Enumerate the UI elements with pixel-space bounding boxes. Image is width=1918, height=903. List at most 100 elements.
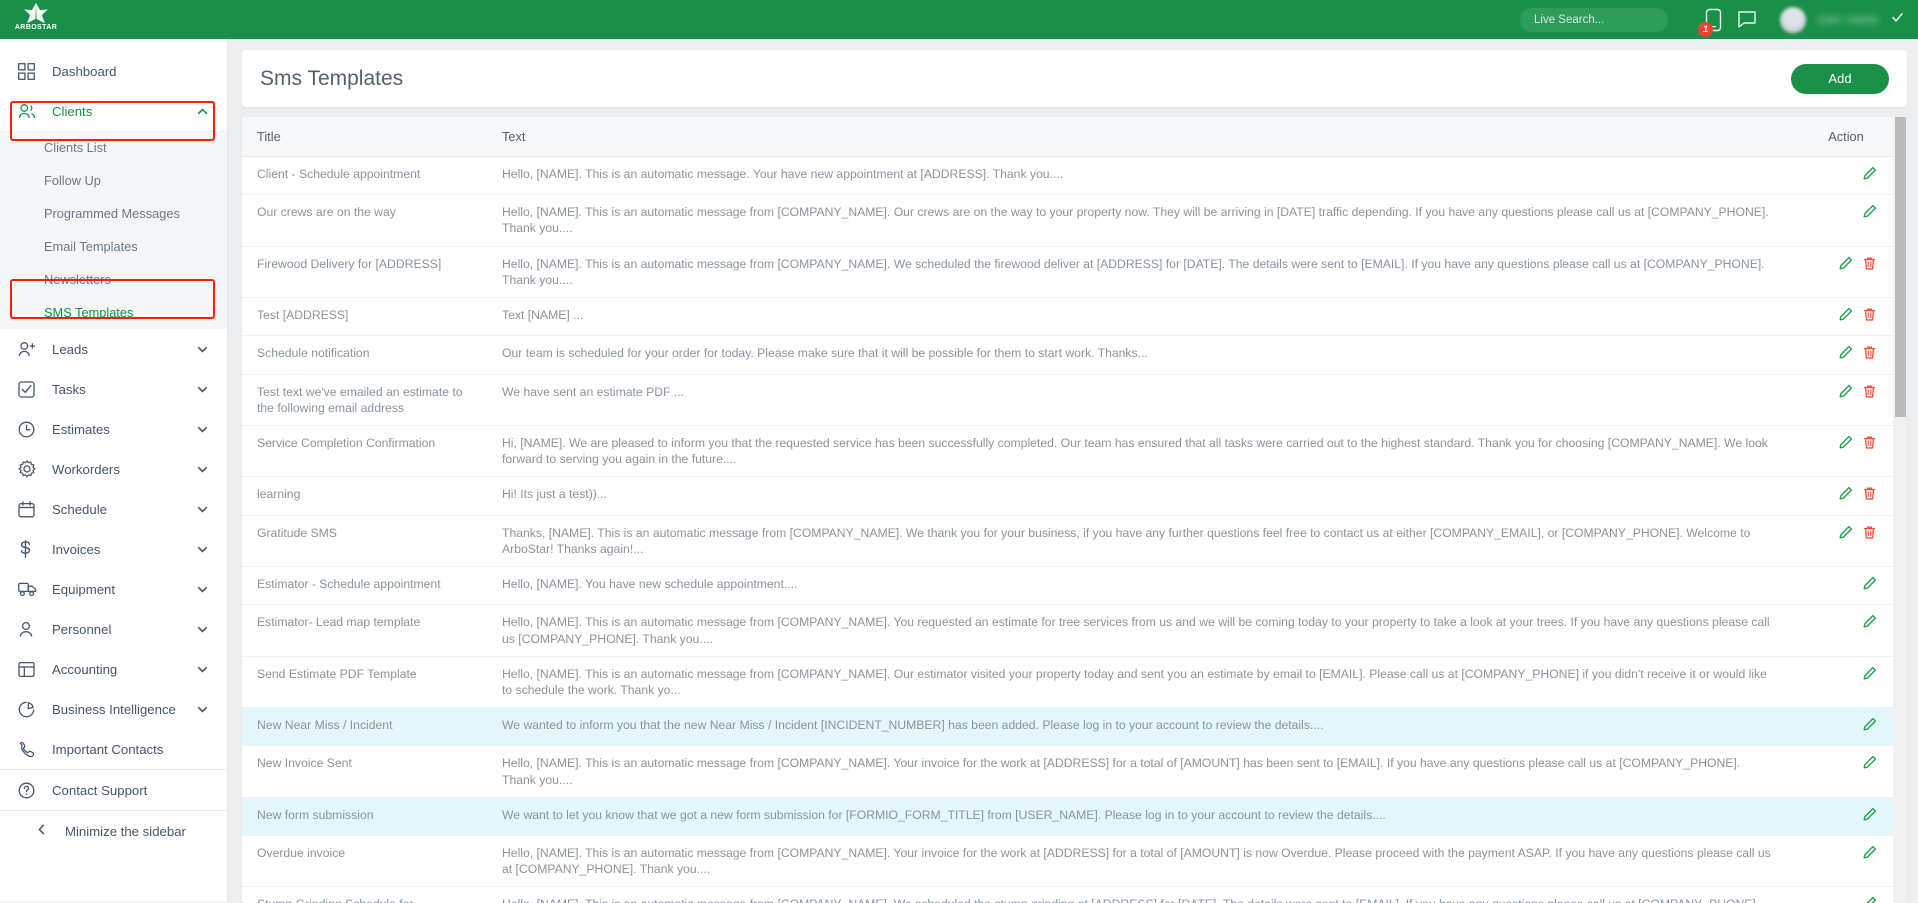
table-row[interactable]: Send Estimate PDF TemplateHello, [NAME].… — [242, 656, 1907, 707]
table-icon — [18, 661, 42, 678]
sidebar-subitem-sms-templates[interactable]: SMS Templates — [0, 296, 227, 329]
cell-action — [1797, 836, 1907, 887]
table-scrollbar-thumb[interactable] — [1895, 117, 1906, 417]
chevron-down-icon — [196, 343, 209, 356]
edit-icon[interactable] — [1862, 204, 1877, 219]
table-body: Client - Schedule appointmentHello, [NAM… — [242, 157, 1907, 903]
row-actions — [1862, 755, 1877, 770]
sidebar-item-tasks[interactable]: Tasks — [0, 369, 227, 409]
sidebar-subitem-programmed-messages[interactable]: Programmed Messages — [0, 197, 227, 230]
edit-icon[interactable] — [1838, 307, 1853, 322]
sidebar-item-label: Schedule — [52, 502, 107, 517]
chat-button[interactable] — [1730, 0, 1764, 39]
add-button[interactable]: Add — [1791, 64, 1889, 94]
table-row[interactable]: Firewood Delivery for [ADDRESS]Hello, [N… — [242, 246, 1907, 297]
edit-icon[interactable] — [1838, 486, 1853, 501]
cell-title: Send Estimate PDF Template — [242, 656, 494, 707]
table-row[interactable]: New form submissionWe want to let you kn… — [242, 797, 1907, 835]
table-row[interactable]: Service Completion ConfirmationHi, [NAME… — [242, 425, 1907, 476]
edit-icon[interactable] — [1862, 807, 1877, 822]
sidebar-item-personnel[interactable]: Personnel — [0, 609, 227, 649]
edit-icon[interactable] — [1838, 435, 1853, 450]
chevron-down-icon — [196, 503, 209, 516]
sms-templates-table-card: Title Text Action Client - Schedule appo… — [242, 117, 1907, 903]
sidebar-item-invoices[interactable]: Invoices — [0, 529, 227, 569]
sidebar-item-label: Business Intelligence — [52, 702, 176, 717]
edit-icon[interactable] — [1862, 166, 1877, 181]
sidebar-item-accounting[interactable]: Accounting — [0, 649, 227, 689]
dollar-icon — [18, 540, 42, 558]
sidebar-subitem-newsletters[interactable]: Newsletters — [0, 263, 227, 296]
edit-icon[interactable] — [1838, 525, 1853, 540]
edit-icon[interactable] — [1838, 345, 1853, 360]
table-row[interactable]: New Near Miss / IncidentWe wanted to inf… — [242, 708, 1907, 746]
row-actions — [1862, 204, 1877, 219]
row-actions — [1862, 807, 1877, 822]
sidebar-item-equipment[interactable]: Equipment — [0, 569, 227, 609]
cell-title: Our crews are on the way — [242, 195, 494, 246]
user-menu[interactable]: user name — [1780, 7, 1904, 33]
edit-icon[interactable] — [1862, 755, 1877, 770]
table-row[interactable]: Schedule notificationOur team is schedul… — [242, 336, 1907, 374]
table-row[interactable]: Overdue invoiceHello, [NAME]. This is an… — [242, 836, 1907, 887]
live-search-input[interactable] — [1520, 8, 1668, 32]
edit-icon[interactable] — [1862, 717, 1877, 732]
edit-icon[interactable] — [1862, 666, 1877, 681]
chat-bubble-icon — [1737, 10, 1757, 29]
table-row[interactable]: Estimator- Lead map templateHello, [NAME… — [242, 605, 1907, 656]
cell-title: New Invoice Sent — [242, 746, 494, 797]
sidebar-subitem-email-templates[interactable]: Email Templates — [0, 230, 227, 263]
cell-text: Hi, [NAME]. We are pleased to inform you… — [494, 425, 1797, 476]
sidebar-item-clients[interactable]: Clients — [0, 91, 227, 131]
sidebar-item-contact-support[interactable]: Contact Support — [0, 770, 227, 810]
sidebar-subitem-clients-list[interactable]: Clients List — [0, 131, 227, 164]
row-actions — [1862, 845, 1877, 860]
table-row[interactable]: Our crews are on the wayHello, [NAME]. T… — [242, 195, 1907, 246]
sidebar-item-important-contacts[interactable]: Important Contacts — [0, 729, 227, 769]
table-row[interactable]: Gratitude SMSThanks, [NAME]. This is an … — [242, 515, 1907, 566]
delete-icon[interactable] — [1862, 435, 1877, 450]
clock-icon — [18, 421, 42, 438]
table-row[interactable]: Client - Schedule appointmentHello, [NAM… — [242, 157, 1907, 195]
table-row[interactable]: New Invoice SentHello, [NAME]. This is a… — [242, 746, 1907, 797]
edit-icon[interactable] — [1862, 614, 1877, 629]
table-row[interactable]: Stump Grinding Schedule for [ADDRESS]Hel… — [242, 887, 1907, 903]
cell-text: Hello, [NAME]. This is an automatic mess… — [494, 157, 1797, 195]
edit-icon[interactable] — [1862, 896, 1877, 903]
sidebar-item-schedule[interactable]: Schedule — [0, 489, 227, 529]
row-actions — [1862, 166, 1877, 181]
delete-icon[interactable] — [1862, 256, 1877, 271]
table-scrollbar[interactable] — [1893, 117, 1907, 903]
edit-icon[interactable] — [1862, 845, 1877, 860]
table-row[interactable]: learningHi! Its just a test))... — [242, 477, 1907, 515]
mobile-app-button[interactable]: 1 — [1696, 0, 1730, 39]
delete-icon[interactable] — [1862, 307, 1877, 322]
cell-title: Gratitude SMS — [242, 515, 494, 566]
edit-icon[interactable] — [1838, 256, 1853, 271]
delete-icon[interactable] — [1862, 384, 1877, 399]
minimize-sidebar-button[interactable]: Minimize the sidebar — [0, 811, 227, 851]
table-row[interactable]: Test text we've emailed an estimate to t… — [242, 374, 1907, 425]
sidebar-subitem-label: Follow Up — [44, 173, 101, 188]
sidebar-item-business-intelligence[interactable]: Business Intelligence — [0, 689, 227, 729]
table-row[interactable]: Estimator - Schedule appointmentHello, [… — [242, 567, 1907, 605]
sidebar-item-leads[interactable]: Leads — [0, 329, 227, 369]
sidebar-item-estimates[interactable]: Estimates — [0, 409, 227, 449]
row-actions — [1838, 345, 1877, 360]
delete-icon[interactable] — [1862, 486, 1877, 501]
cell-action — [1797, 708, 1907, 746]
edit-icon[interactable] — [1838, 384, 1853, 399]
delete-icon[interactable] — [1862, 345, 1877, 360]
table-row[interactable]: Test [ADDRESS]Text [NAME] ... — [242, 298, 1907, 336]
cell-title: Estimator- Lead map template — [242, 605, 494, 656]
main-content: Sms Templates Add Title Text Action Clie… — [228, 39, 1918, 902]
edit-icon[interactable] — [1862, 576, 1877, 591]
app-logo[interactable]: ARBOSTAR — [0, 0, 228, 39]
task-icon — [18, 381, 42, 398]
sidebar-item-workorders[interactable]: Workorders — [0, 449, 227, 489]
sidebar-item-label: Important Contacts — [52, 742, 163, 757]
sidebar-item-dashboard[interactable]: Dashboard — [0, 51, 227, 91]
column-header-text: Text — [494, 117, 1797, 157]
delete-icon[interactable] — [1862, 525, 1877, 540]
sidebar-subitem-follow-up[interactable]: Follow Up — [0, 164, 227, 197]
